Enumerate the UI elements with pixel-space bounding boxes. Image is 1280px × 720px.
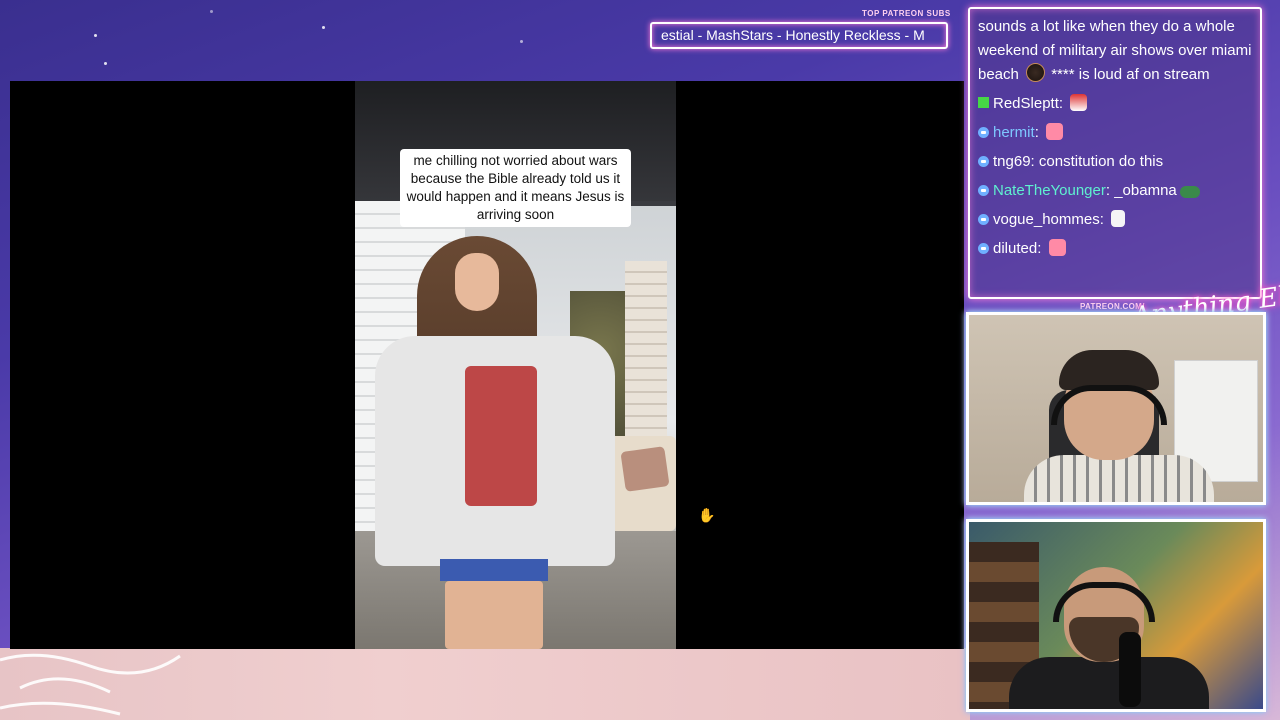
star-decoration bbox=[520, 40, 523, 43]
webcam-host-1 bbox=[966, 312, 1266, 505]
hand-cursor-icon: ✋ bbox=[698, 507, 716, 523]
chat-username[interactable]: tng69 bbox=[993, 153, 1031, 170]
cam-shirt bbox=[1009, 657, 1209, 709]
star-decoration bbox=[104, 62, 107, 65]
video-frame: me chilling not worried about wars becau… bbox=[355, 81, 676, 649]
emote-icon bbox=[1046, 123, 1064, 140]
chat-separator: : bbox=[1099, 211, 1109, 228]
sweater-print bbox=[465, 366, 537, 506]
chat-message-text: _obamna bbox=[1114, 182, 1177, 199]
headset-icon bbox=[1051, 385, 1167, 425]
scene-pillow bbox=[620, 446, 670, 492]
chat-badge-icon bbox=[978, 156, 989, 167]
person-face bbox=[455, 253, 499, 311]
video-caption: me chilling not worried about wars becau… bbox=[400, 149, 631, 227]
chat-username[interactable]: NateTheYounger bbox=[993, 182, 1106, 199]
chat-message: sounds a lot like when they do a whole w… bbox=[978, 15, 1252, 87]
chat-message: NateTheYounger: _obamna bbox=[978, 176, 1252, 205]
chat-message: vogue_hommes: bbox=[978, 205, 1252, 234]
chat-message: tng69: constitution do this bbox=[978, 147, 1252, 176]
chat-message-text: **** is loud af on stream bbox=[1051, 66, 1210, 83]
emote-icon bbox=[1179, 186, 1200, 198]
person-legs bbox=[445, 581, 543, 649]
video-player[interactable]: me chilling not worried about wars becau… bbox=[10, 81, 964, 649]
chat-separator: : bbox=[1037, 240, 1046, 257]
chat-message-list: RedSleptt: hermit: tng69: constitution d… bbox=[978, 89, 1252, 263]
chat-message-text: constitution do this bbox=[1038, 153, 1164, 170]
chat-username[interactable]: diluted bbox=[993, 240, 1037, 257]
emote-icon bbox=[1070, 94, 1088, 111]
person-shorts bbox=[440, 559, 548, 581]
patreon-subs-ticker: estial - MashStars - Honestly Reckless -… bbox=[650, 22, 948, 49]
star-decoration bbox=[94, 34, 97, 37]
emote-icon bbox=[1048, 239, 1066, 256]
cam-shirt bbox=[1024, 455, 1214, 502]
microphone-icon bbox=[1119, 632, 1141, 707]
chat-badge-icon bbox=[978, 243, 989, 254]
bottom-decorative-band bbox=[0, 648, 970, 720]
chat-username[interactable]: hermit bbox=[993, 124, 1035, 141]
star-decoration bbox=[210, 10, 213, 13]
chat-separator: : bbox=[1030, 153, 1039, 170]
ticker-label: TOP PATREON SUBS bbox=[862, 9, 951, 18]
chat-message: diluted: bbox=[978, 234, 1252, 263]
chat-badge-icon bbox=[978, 214, 989, 225]
chat-message: RedSleptt: bbox=[978, 89, 1252, 118]
chat-badge-icon bbox=[978, 127, 989, 138]
chat-panel[interactable]: sounds a lot like when they do a whole w… bbox=[968, 7, 1262, 299]
chat-username[interactable]: vogue_hommes bbox=[993, 211, 1100, 228]
chat-message: hermit: bbox=[978, 118, 1252, 147]
chat-badge-icon bbox=[978, 185, 989, 196]
kick-badge-icon bbox=[978, 97, 989, 108]
chat-separator: : bbox=[1034, 124, 1044, 141]
webcam-host-2 bbox=[966, 519, 1266, 712]
star-decoration bbox=[322, 26, 325, 29]
emote-icon bbox=[1111, 210, 1126, 227]
emote-icon bbox=[1026, 63, 1046, 82]
chat-username[interactable]: RedSleptt bbox=[993, 95, 1059, 112]
chat-separator: : bbox=[1058, 95, 1068, 112]
chat-separator: : bbox=[1105, 182, 1115, 199]
cam-hair bbox=[1059, 350, 1159, 390]
